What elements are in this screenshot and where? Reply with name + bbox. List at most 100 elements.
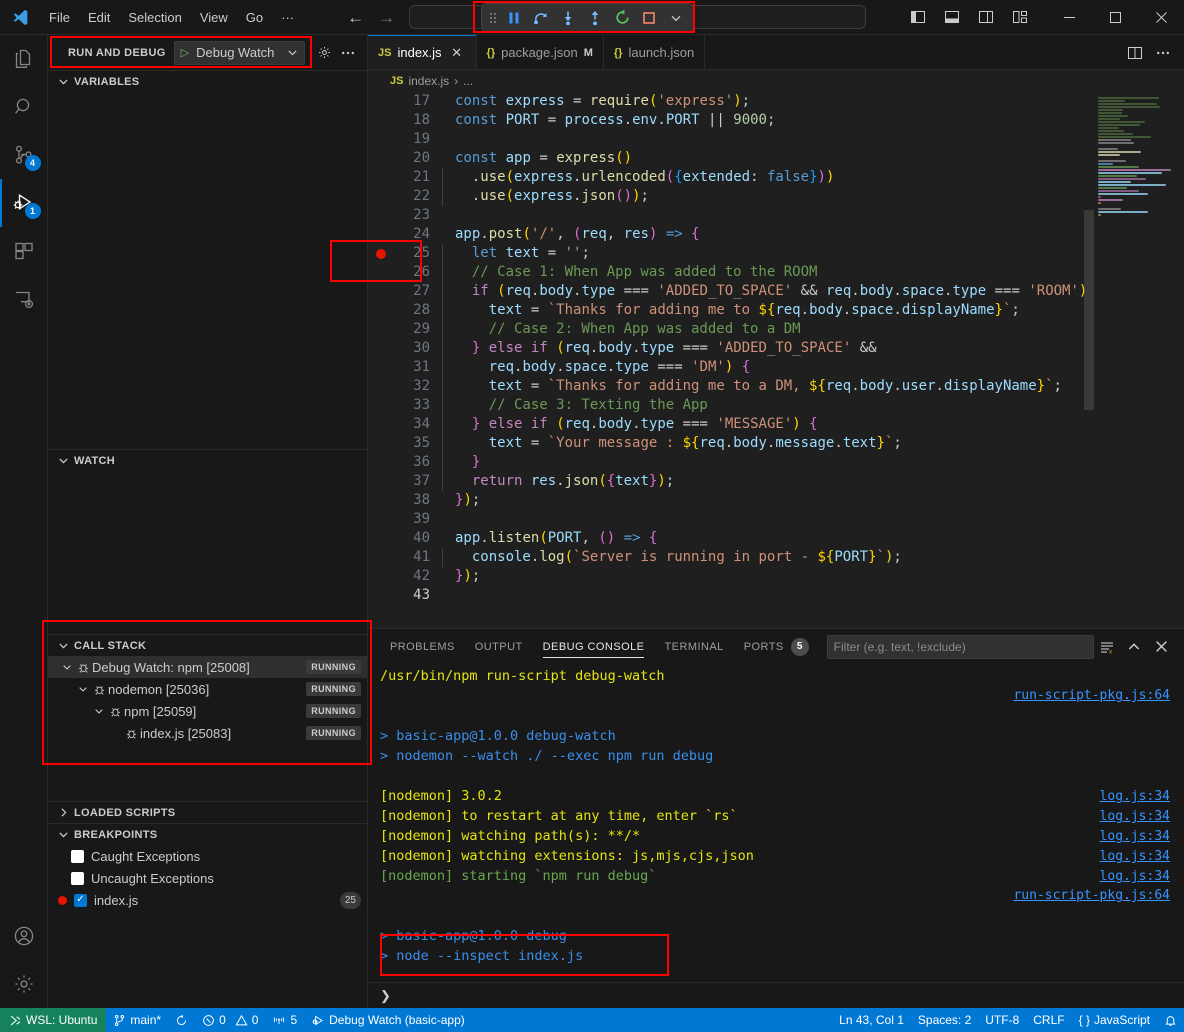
tab-terminal[interactable]: TERMINAL: [654, 629, 733, 664]
tab-index-js[interactable]: JS index.js ✕: [368, 35, 477, 70]
cursor-position[interactable]: Ln 43, Col 1: [832, 1008, 911, 1032]
code-line[interactable]: 17const express = require('express');: [368, 92, 1104, 111]
chevron-down-icon[interactable]: [60, 662, 74, 672]
code-text[interactable]: return res.json({text});: [430, 472, 674, 491]
code-line[interactable]: 19: [368, 130, 1104, 149]
toggle-primary-sidebar-button[interactable]: [902, 3, 934, 31]
call-stack-row[interactable]: index.js [25083] RUNNING: [48, 722, 367, 744]
minimize-button[interactable]: [1046, 0, 1092, 35]
code-text[interactable]: } else if (req.body.type === 'MESSAGE') …: [430, 415, 818, 434]
tab-problems[interactable]: PROBLEMS: [380, 629, 465, 664]
console-source-link[interactable]: log.js:34: [1100, 827, 1170, 847]
branch-indicator[interactable]: main*: [106, 1008, 168, 1032]
customize-layout-button[interactable]: [1004, 3, 1036, 31]
code-line[interactable]: 22 .use(express.json());: [368, 187, 1104, 206]
code-line[interactable]: 41 console.log(`Server is running in por…: [368, 548, 1104, 567]
eol-setting[interactable]: CRLF: [1026, 1008, 1071, 1032]
call-stack-row[interactable]: npm [25059] RUNNING: [48, 700, 367, 722]
code-text[interactable]: if (req.body.type === 'ADDED_TO_SPACE' &…: [430, 282, 1104, 301]
arrow-left-icon[interactable]: ←: [347, 9, 364, 26]
chevron-down-icon[interactable]: [76, 684, 90, 694]
close-icon[interactable]: ✕: [448, 44, 466, 62]
debug-console-input[interactable]: ❯: [368, 982, 1184, 1008]
debug-step-over-button[interactable]: [528, 6, 554, 30]
code-text[interactable]: const app = express(): [430, 149, 632, 168]
code-line[interactable]: 32 text = `Thanks for adding me to a DM,…: [368, 377, 1104, 396]
console-source-link[interactable]: log.js:34: [1100, 807, 1170, 827]
console-source-link[interactable]: log.js:34: [1100, 867, 1170, 887]
indentation-setting[interactable]: Spaces: 2: [911, 1008, 978, 1032]
sidebar-item-remote-explorer[interactable]: [0, 275, 48, 323]
problems-indicator[interactable]: 0 0: [195, 1008, 265, 1032]
breakpoint-checkbox[interactable]: [71, 850, 84, 863]
menu-go[interactable]: Go: [237, 6, 272, 29]
code-line[interactable]: 33 // Case 3: Texting the App: [368, 396, 1104, 415]
debug-stop-button[interactable]: [636, 6, 662, 30]
chevron-down-icon[interactable]: [92, 706, 106, 716]
call-stack-row[interactable]: Debug Watch: npm [25008] RUNNING: [48, 656, 367, 678]
console-filter[interactable]: [827, 635, 1094, 659]
tab-ports[interactable]: PORTS 5: [734, 629, 819, 664]
ellipsis-icon[interactable]: [1150, 40, 1176, 66]
code-line[interactable]: 35 text = `Your message : ${req.body.mes…: [368, 434, 1104, 453]
sidebar-item-extensions[interactable]: [0, 227, 48, 275]
breakpoint-row[interactable]: Uncaught Exceptions: [48, 867, 367, 889]
code-text[interactable]: // Case 1: When App was added to the ROO…: [430, 263, 817, 282]
source-code[interactable]: 17const express = require('express');18c…: [368, 92, 1104, 628]
chevron-down-icon[interactable]: [287, 47, 298, 58]
clear-all-icon[interactable]: x: [1094, 634, 1120, 660]
tab-package-json[interactable]: {} package.json M: [477, 35, 604, 70]
maximize-button[interactable]: [1092, 0, 1138, 35]
grip-dots-icon[interactable]: [486, 6, 500, 30]
console-source-link[interactable]: log.js:34: [1100, 787, 1170, 807]
console-source-link[interactable]: run-script-pkg.js:64: [1013, 886, 1170, 906]
code-text[interactable]: text = `Your message : ${req.body.messag…: [430, 434, 902, 453]
code-text[interactable]: // Case 2: When App was added to a DM: [430, 320, 801, 339]
code-text[interactable]: text = `Thanks for adding me to ${req.bo…: [430, 301, 1020, 320]
code-line[interactable]: 26 // Case 1: When App was added to the …: [368, 263, 1104, 282]
code-text[interactable]: });: [430, 491, 480, 510]
sidebar-item-source-control[interactable]: 4: [0, 131, 48, 179]
code-text[interactable]: req.body.space.type === 'DM') {: [430, 358, 750, 377]
debug-step-into-button[interactable]: [555, 6, 581, 30]
code-line[interactable]: 38});: [368, 491, 1104, 510]
close-button[interactable]: [1138, 0, 1184, 35]
code-text[interactable]: .use(express.urlencoded({extended: false…: [430, 168, 834, 187]
code-line[interactable]: 30 } else if (req.body.type === 'ADDED_T…: [368, 339, 1104, 358]
search-input[interactable]: [834, 640, 1087, 654]
menu-view[interactable]: View: [191, 6, 237, 29]
code-line[interactable]: 39: [368, 510, 1104, 529]
gear-icon[interactable]: [313, 42, 335, 64]
tab-output[interactable]: OUTPUT: [465, 629, 533, 664]
breakpoint-checkbox[interactable]: ✓: [74, 894, 87, 907]
editor-scrollbar[interactable]: [1084, 210, 1094, 410]
pane-header-call-stack[interactable]: CALL STACK: [48, 634, 367, 656]
ellipsis-icon[interactable]: [337, 42, 359, 64]
debug-pause-button[interactable]: [501, 6, 527, 30]
code-line[interactable]: 28 text = `Thanks for adding me to ${req…: [368, 301, 1104, 320]
code-text[interactable]: });: [430, 567, 480, 586]
sidebar-item-explorer[interactable]: [0, 35, 48, 83]
sidebar-item-run-and-debug[interactable]: 1: [0, 179, 48, 227]
code-text[interactable]: // Case 3: Texting the App: [430, 396, 708, 415]
debug-restart-button[interactable]: [609, 6, 635, 30]
gear-icon[interactable]: [0, 960, 48, 1008]
code-text[interactable]: app.post('/', (req, res) => {: [430, 225, 700, 244]
breakpoint-row[interactable]: Caught Exceptions: [48, 845, 367, 867]
editor-minimap[interactable]: [1094, 92, 1184, 628]
code-line[interactable]: 31 req.body.space.type === 'DM') {: [368, 358, 1104, 377]
tab-launch-json[interactable]: {} launch.json: [604, 35, 705, 70]
breadcrumb-file[interactable]: index.js: [408, 74, 449, 88]
breakpoint-checkbox[interactable]: [71, 872, 84, 885]
toggle-panel-button[interactable]: [936, 3, 968, 31]
breadcrumb-rest[interactable]: ...: [463, 74, 473, 88]
close-icon[interactable]: [1148, 634, 1174, 660]
encoding-setting[interactable]: UTF-8: [978, 1008, 1026, 1032]
debug-more-button[interactable]: [663, 6, 689, 30]
menu-file[interactable]: File: [40, 6, 79, 29]
code-line[interactable]: 27 if (req.body.type === 'ADDED_TO_SPACE…: [368, 282, 1104, 301]
chevron-up-icon[interactable]: [1121, 634, 1147, 660]
code-editor[interactable]: 17const express = require('express');18c…: [368, 92, 1184, 628]
console-source-link[interactable]: log.js:34: [1100, 847, 1170, 867]
code-line[interactable]: 36 }: [368, 453, 1104, 472]
